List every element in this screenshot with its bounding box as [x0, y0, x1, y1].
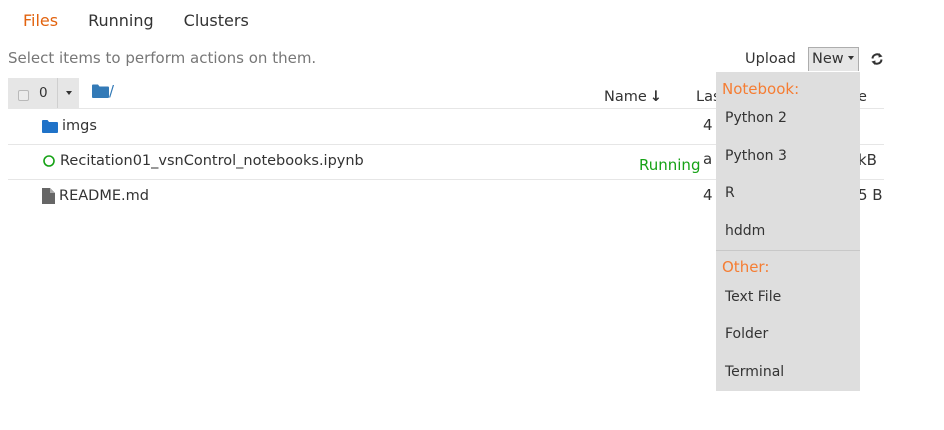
menu-item-python3[interactable]: Python 3: [725, 148, 787, 164]
menu-item-folder[interactable]: Folder: [725, 326, 768, 342]
selected-count: 0: [39, 85, 48, 101]
tab-running[interactable]: Running: [73, 0, 169, 42]
sort-by-name-header[interactable]: Name ↓: [604, 89, 662, 105]
select-all-group: 0: [8, 78, 79, 108]
folder-icon: [92, 84, 109, 98]
notebook-running-icon: [43, 155, 55, 167]
running-status: Running: [639, 156, 701, 174]
menu-item-hddm[interactable]: hddm: [725, 223, 765, 239]
menu-divider: [716, 250, 860, 251]
list-item[interactable]: README.md: [42, 186, 149, 206]
notebook-section-header: Notebook:: [722, 80, 800, 98]
file-icon: [42, 188, 55, 204]
new-button-label: New: [812, 51, 844, 67]
last-modified-cell: 4: [703, 116, 713, 134]
tab-clusters[interactable]: Clusters: [169, 0, 264, 42]
menu-item-text-file[interactable]: Text File: [725, 289, 781, 305]
select-all-button[interactable]: 0: [8, 78, 58, 108]
caret-down-icon: [847, 56, 854, 60]
sort-arrow-down-icon: ↓: [649, 89, 662, 105]
new-button[interactable]: New: [808, 47, 859, 71]
file-size-cell: kB: [858, 151, 877, 169]
selection-hint: Select items to perform actions on them.: [8, 49, 317, 67]
name-column-label: Name: [604, 89, 647, 105]
list-item[interactable]: Recitation01_vsnControl_notebooks.ipynb: [42, 151, 364, 171]
list-item[interactable]: imgs: [42, 116, 97, 136]
menu-item-python2[interactable]: Python 2: [725, 110, 787, 126]
new-dropdown-menu: Notebook: Python 2 Python 3 R hddm Other…: [716, 72, 860, 391]
other-section-header: Other:: [722, 258, 770, 276]
breadcrumb[interactable]: /: [92, 82, 114, 100]
last-modified-cell: a: [703, 150, 713, 168]
menu-item-r[interactable]: R: [725, 185, 735, 201]
menu-item-terminal[interactable]: Terminal: [725, 364, 784, 380]
folder-icon: [42, 119, 58, 133]
caret-down-icon: [65, 91, 72, 95]
breadcrumb-root[interactable]: /: [109, 82, 114, 100]
file-name-link[interactable]: README.md: [59, 188, 149, 204]
last-modified-cell: 4: [703, 186, 713, 204]
tab-files[interactable]: Files: [8, 0, 73, 42]
file-size-cell: 5 B: [858, 186, 883, 204]
select-menu-button[interactable]: [58, 78, 79, 108]
refresh-icon: [871, 53, 883, 65]
file-name-link[interactable]: Recitation01_vsnControl_notebooks.ipynb: [60, 153, 364, 169]
upload-button[interactable]: Upload: [741, 47, 800, 71]
select-all-checkbox[interactable]: [18, 89, 29, 101]
file-name-link[interactable]: imgs: [62, 118, 97, 134]
tab-bar: Files Running Clusters: [8, 0, 264, 42]
refresh-button[interactable]: [868, 50, 886, 68]
